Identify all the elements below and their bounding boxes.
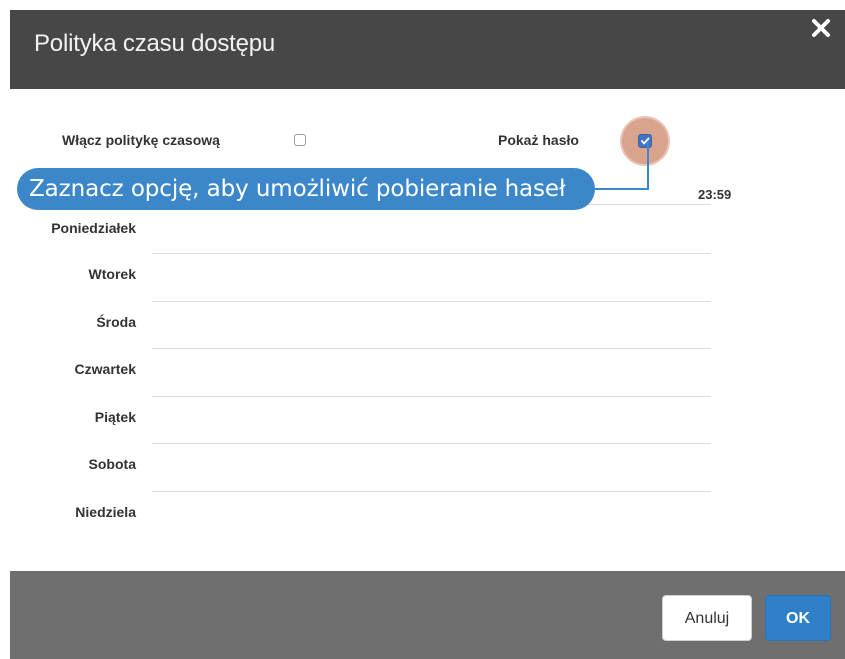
day-label-saturday: Sobota bbox=[88, 456, 136, 472]
enable-time-policy-label: Włącz politykę czasową bbox=[62, 132, 220, 148]
dialog-title: Polityka czasu dostępu bbox=[34, 30, 276, 57]
show-password-label: Pokaż hasło bbox=[498, 132, 579, 148]
cancel-button[interactable]: Anuluj bbox=[662, 595, 752, 641]
close-button[interactable] bbox=[809, 16, 833, 40]
day-label-friday: Piątek bbox=[94, 409, 136, 425]
dialog-footer: Anuluj OK bbox=[10, 571, 845, 659]
dialog-body: Włącz politykę czasową Pokaż hasło 23:59… bbox=[10, 89, 845, 571]
schedule-end-time: 23:59 bbox=[698, 187, 732, 202]
day-row-divider bbox=[152, 253, 711, 254]
day-label-monday: Poniedziałek bbox=[51, 220, 136, 236]
day-row-divider bbox=[152, 301, 711, 302]
day-row-divider bbox=[152, 348, 711, 349]
close-icon bbox=[812, 19, 830, 37]
enable-time-policy-checkbox[interactable] bbox=[294, 134, 306, 146]
instruction-callout: Zaznacz opcję, aby umożliwić pobieranie … bbox=[17, 168, 595, 210]
checkmark-icon bbox=[641, 137, 650, 145]
day-label-wednesday: Środa bbox=[96, 314, 136, 330]
access-time-policy-dialog: Polityka czasu dostępu Włącz politykę cz… bbox=[10, 10, 845, 659]
day-row-divider bbox=[152, 396, 711, 397]
day-row-divider bbox=[152, 491, 711, 492]
day-label-thursday: Czwartek bbox=[74, 361, 136, 377]
day-row-divider bbox=[152, 443, 711, 444]
ok-button[interactable]: OK bbox=[765, 595, 831, 641]
day-label-sunday: Niedziela bbox=[75, 504, 136, 520]
dialog-header: Polityka czasu dostępu bbox=[10, 10, 845, 89]
show-password-checkbox[interactable] bbox=[638, 134, 652, 148]
day-label-tuesday: Wtorek bbox=[88, 266, 136, 282]
